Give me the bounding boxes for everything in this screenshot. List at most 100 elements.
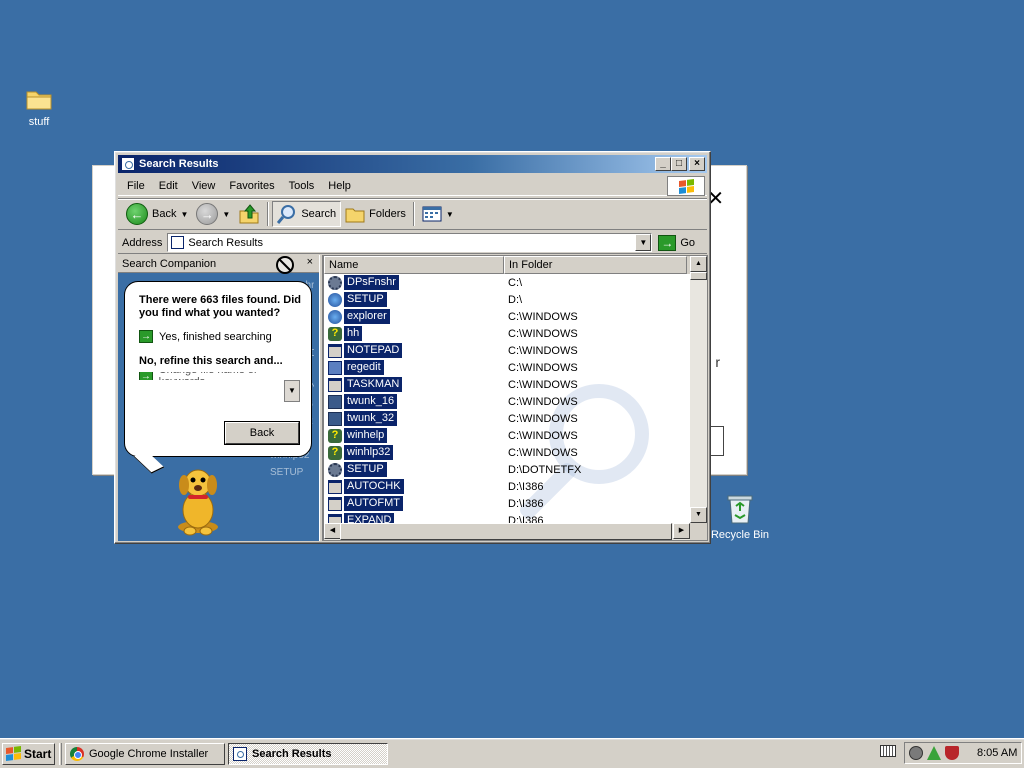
network-icon[interactable] [909,746,923,760]
address-bar: Address Search Results ▼ → Go [118,232,707,254]
search-label: Search [301,208,337,220]
search-results-icon [171,236,185,249]
up-folder-button[interactable] [234,201,264,227]
table-row[interactable]: SETUP D:\ [324,291,690,308]
menu-favorites[interactable]: Favorites [222,180,281,192]
forward-button[interactable]: → ▼ [192,201,234,227]
table-row[interactable]: NOTEPAD C:\WINDOWS [324,342,690,359]
file-folder: C:\WINDOWS [508,344,578,357]
horizontal-scroll-thumb[interactable] [340,523,672,540]
chevron-down-icon[interactable]: ▼ [222,210,230,219]
regedit-icon [328,360,342,375]
refine-heading: No, refine this search and... [139,355,283,367]
scroll-thumb[interactable] [690,272,707,280]
address-dropdown-button[interactable]: ▼ [635,234,652,251]
scroll-left-icon[interactable]: ◀ [324,523,341,539]
folder-icon [26,91,52,110]
keyboard-icon[interactable] [880,745,896,757]
file-name: winhelp [344,428,388,443]
horizontal-scrollbar[interactable]: ◀ ▶ [324,523,690,540]
table-row[interactable]: AUTOFMT D:\I386 [324,495,690,512]
desktop-icon-label: stuff [28,116,50,128]
close-pane-button[interactable]: × [307,256,313,268]
menu-edit[interactable]: Edit [152,180,185,192]
address-input[interactable]: Search Results ▼ [167,233,653,252]
desktop-icon-label: Recycle Bin [710,529,770,541]
task-label: Google Chrome Installer [89,747,209,760]
scroll-right-icon[interactable]: ▶ [673,523,690,539]
search-results-list: Name In Folder DPsFnshr C:\ SETUP D:\ ex… [323,255,708,541]
scroll-up-icon[interactable]: ▲ [690,256,707,272]
desktop-icon-stuff[interactable]: stuff [4,86,74,128]
table-row[interactable]: EXPAND D:\I386 [324,512,690,523]
menu-view[interactable]: View [185,180,223,192]
toolbar-separator [267,202,270,226]
clock[interactable]: 8:05 AM [977,747,1017,759]
file-name: twunk_32 [344,411,398,426]
table-row[interactable]: regedit C:\WINDOWS [324,359,690,376]
maximize-button[interactable]: □ [671,157,687,171]
companion-back-button[interactable]: Back [224,421,300,445]
table-row[interactable]: DPsFnshr C:\ [324,274,690,291]
search-button[interactable]: Search [272,201,342,227]
chevron-down-icon[interactable]: ▼ [180,210,188,219]
table-row[interactable]: AUTOCHK D:\I386 [324,478,690,495]
change-name-link[interactable]: → Change file name or keywords [139,372,303,380]
search-window-icon [121,157,135,171]
window-title: Search Results [139,158,219,170]
unavailable-cursor-icon [276,256,294,274]
search-dog-icon [178,469,218,536]
file-name: SETUP [344,292,387,307]
file-folder: D:\ [508,293,523,306]
table-row[interactable]: ? winhlp32 C:\WINDOWS [324,444,690,461]
speech-bubble: There were 663 files found. Did you find… [124,281,312,457]
table-row[interactable]: SETUP D:\DOTNETFX [324,461,690,478]
app-icon [328,411,342,426]
views-button[interactable]: ▼ [418,201,458,227]
file-folder: D:\I386 [508,514,544,524]
file-folder: C:\WINDOWS [508,361,578,374]
column-header-name[interactable]: Name [324,256,504,274]
file-name: regedit [344,360,384,375]
task-google-chrome-installer[interactable]: Google Chrome Installer [65,742,225,765]
finished-searching-link[interactable]: → Yes, finished searching [139,330,303,343]
menu-help[interactable]: Help [321,180,358,192]
file-folder: C:\WINDOWS [508,429,578,442]
arrow-right-icon: → [139,330,153,343]
table-row[interactable]: TASKMAN C:\WINDOWS [324,376,690,393]
file-name: explorer [344,309,390,324]
menu-file[interactable]: File [120,180,152,192]
chevron-down-icon[interactable]: ▼ [446,210,454,219]
minimize-button[interactable]: _ [655,157,671,171]
desktop-icon-recycle-bin[interactable]: Recycle Bin [705,493,775,541]
go-button[interactable]: → Go [658,234,695,251]
back-button[interactable]: ← Back ▼ [122,201,192,227]
task-search-results[interactable]: Search Results [228,742,388,765]
table-row[interactable]: twunk_16 C:\WINDOWS [324,393,690,410]
column-header-in-folder[interactable]: In Folder [504,256,687,274]
file-folder: C:\ [508,276,523,289]
menu-tools[interactable]: Tools [282,180,322,192]
close-button[interactable]: × [689,157,705,171]
scroll-down-icon[interactable]: ▼ [284,380,300,402]
security-shield-icon[interactable] [945,746,959,760]
taskbar-handle[interactable] [59,742,62,765]
table-row[interactable]: explorer C:\WINDOWS [324,308,690,325]
table-row[interactable]: ? winhelp C:\WINDOWS [324,427,690,444]
system-tray: 8:05 AM [904,742,1022,764]
update-icon[interactable] [927,746,941,760]
file-name: SETUP [344,462,387,477]
vertical-scrollbar[interactable]: ▲ ▼ [690,256,707,523]
file-folder: C:\WINDOWS [508,446,578,459]
table-row[interactable]: ? hh C:\WINDOWS [324,325,690,342]
search-results-window[interactable]: Search Results _ □ × File Edit View Favo… [114,151,711,544]
title-bar[interactable]: Search Results _ □ × [118,155,707,173]
address-value: Search Results [188,236,263,249]
up-folder-icon [239,204,259,224]
start-button[interactable]: Start [2,742,55,765]
file-name: NOTEPAD [344,343,403,358]
toolbar-separator [412,202,415,226]
folders-button[interactable]: Folders [341,201,410,227]
file-folder: D:\I386 [508,497,544,510]
table-row[interactable]: twunk_32 C:\WINDOWS [324,410,690,427]
